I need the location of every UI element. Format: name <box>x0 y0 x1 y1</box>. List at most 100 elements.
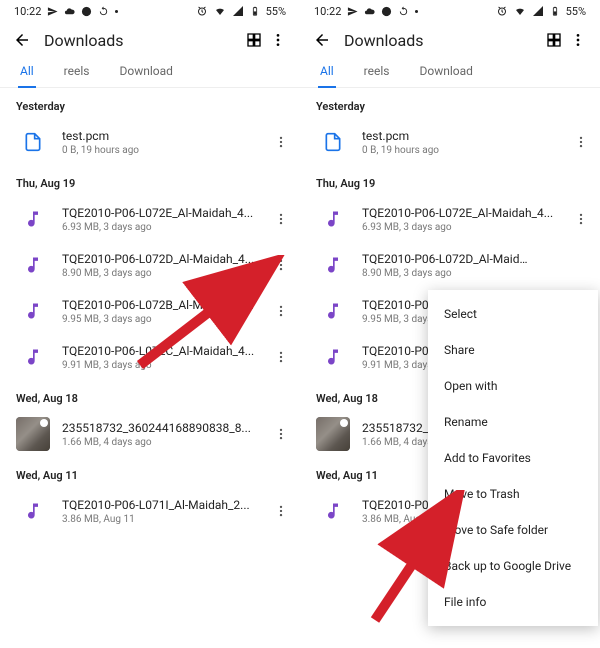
status-bar: 10:22 55% <box>0 0 300 22</box>
wifi-icon <box>214 5 226 17</box>
app-header: Downloads <box>300 22 600 58</box>
header-more-button[interactable] <box>266 32 290 48</box>
file-name: test.pcm <box>362 129 572 143</box>
menu-item-rename[interactable]: Rename <box>428 404 598 440</box>
facebook-icon <box>381 6 392 17</box>
section-header: Yesterday <box>0 88 300 119</box>
file-row[interactable]: TQE2010-P06-L072C_Al-Maidah_4...9.91 MB,… <box>0 334 300 380</box>
file-row[interactable]: test.pcm0 B, 19 hours ago <box>0 119 300 165</box>
more-notifications-icon <box>415 10 418 13</box>
header-more-button[interactable] <box>566 32 590 48</box>
row-more-button[interactable] <box>272 504 290 518</box>
more-vert-icon <box>274 258 288 272</box>
file-row[interactable]: TQE2010-P06-L072B_Al-Maidah_4... 9.95 MB,… <box>0 288 300 334</box>
file-row[interactable]: TQE2010-P06-L072E_Al-Maidah_4...6.93 MB,… <box>300 196 600 242</box>
status-battery: 55% <box>266 5 286 18</box>
tab-download[interactable]: Download <box>417 64 474 87</box>
row-more-button[interactable] <box>572 135 590 149</box>
sync-icon <box>98 6 109 17</box>
facebook-icon <box>81 6 92 17</box>
page-title: Downloads <box>34 31 242 50</box>
grid-icon <box>246 32 262 48</box>
tab-all[interactable]: All <box>318 64 336 88</box>
sync-icon <box>398 6 409 17</box>
menu-item-backup-drive[interactable]: Back up to Google Drive <box>428 548 598 584</box>
music-icon <box>16 248 50 282</box>
file-stats: 8.90 MB, 3 days ago <box>62 268 272 279</box>
cloud-icon <box>64 6 75 17</box>
menu-item-file-info[interactable]: File info <box>428 584 598 620</box>
tab-reels[interactable]: reels <box>62 64 92 87</box>
music-icon <box>316 340 350 374</box>
status-bar: 10:22 55% <box>300 0 600 22</box>
video-thumbnail <box>16 417 50 451</box>
signal-icon <box>232 5 244 17</box>
music-icon <box>316 202 350 236</box>
row-more-button[interactable] <box>272 427 290 441</box>
more-vert-icon <box>274 350 288 364</box>
telegram-icon <box>347 6 358 17</box>
file-stats: 1.66 MB, 4 days ago <box>62 437 272 448</box>
tab-reels[interactable]: reels <box>362 64 392 87</box>
file-stats: 3.86 MB, Aug 11 <box>62 514 272 525</box>
menu-item-move-to-safe[interactable]: Move to Safe folder <box>428 512 598 548</box>
play-indicator-icon <box>340 419 348 427</box>
cloud-icon <box>364 6 375 17</box>
back-button[interactable] <box>10 31 34 49</box>
more-vert-icon <box>570 32 586 48</box>
music-icon <box>316 494 350 528</box>
screenshot-after: 10:22 55% Downloads All reels <box>300 0 600 648</box>
more-vert-icon <box>274 304 288 318</box>
app-header: Downloads <box>0 22 300 58</box>
menu-item-share[interactable]: Share <box>428 332 598 368</box>
status-battery: 55% <box>566 5 586 18</box>
row-more-button[interactable] <box>272 258 290 272</box>
menu-item-open-with[interactable]: Open with <box>428 368 598 404</box>
file-name: 235518732_360244168890838_8... <box>62 421 272 435</box>
more-vert-icon <box>574 212 588 226</box>
file-name: test.pcm <box>62 129 272 143</box>
file-name: TQE2010-P06-L072E_Al-Maidah_4... <box>62 206 272 220</box>
menu-item-add-favorites[interactable]: Add to Favorites <box>428 440 598 476</box>
row-more-button[interactable] <box>272 135 290 149</box>
file-row[interactable]: TQE2010-P06-L072D_Al-Maid…8.90 MB, 3 day… <box>300 242 600 288</box>
section-header: Thu, Aug 19 <box>300 165 600 196</box>
menu-item-select[interactable]: Select <box>428 296 598 332</box>
music-icon <box>316 248 350 282</box>
file-name: TQE2010-P06-L072E_Al-Maidah_4... <box>362 206 572 220</box>
file-stats: 9.91 MB, 3 days ago <box>62 360 272 371</box>
view-grid-button[interactable] <box>542 32 566 48</box>
more-vert-icon <box>274 427 288 441</box>
document-icon <box>16 125 50 159</box>
section-header: Wed, Aug 18 <box>0 380 300 411</box>
file-name: TQE2010-P06-L072B_Al-Maidah_4... <box>62 298 272 312</box>
music-icon <box>16 340 50 374</box>
section-header: Yesterday <box>300 88 600 119</box>
wifi-icon <box>514 5 526 17</box>
section-header: Wed, Aug 11 <box>0 457 300 488</box>
tabs: All reels Download <box>0 58 300 88</box>
row-more-button[interactable] <box>272 212 290 226</box>
row-more-button[interactable] <box>572 212 590 226</box>
menu-item-move-to-trash[interactable]: Move to Trash <box>428 476 598 512</box>
file-row[interactable]: TQE2010-P06-L072D_Al-Maidah_4... 8.90 MB,… <box>0 242 300 288</box>
document-icon <box>316 125 350 159</box>
view-grid-button[interactable] <box>242 32 266 48</box>
file-row[interactable]: test.pcm0 B, 19 hours ago <box>300 119 600 165</box>
row-more-button[interactable] <box>272 350 290 364</box>
more-vert-icon <box>274 212 288 226</box>
row-more-button[interactable] <box>272 304 290 318</box>
play-indicator-icon <box>40 419 48 427</box>
status-time: 10:22 <box>314 5 341 18</box>
file-row[interactable]: 235518732_360244168890838_8... 1.66 MB, 4… <box>0 411 300 457</box>
tab-download[interactable]: Download <box>117 64 174 87</box>
tab-all[interactable]: All <box>18 64 36 88</box>
back-button[interactable] <box>310 31 334 49</box>
page-title: Downloads <box>334 31 542 50</box>
more-vert-icon <box>574 135 588 149</box>
file-row[interactable]: TQE2010-P06-L071I_Al-Maidah_2...3.86 MB,… <box>0 488 300 534</box>
more-vert-icon <box>274 135 288 149</box>
file-row[interactable]: TQE2010-P06-L072E_Al-Maidah_4...6.93 MB,… <box>0 196 300 242</box>
file-stats: 9.95 MB, 3 days ago <box>62 314 272 325</box>
file-name: TQE2010-P06-L072D_Al-Maidah_4... <box>62 252 272 266</box>
